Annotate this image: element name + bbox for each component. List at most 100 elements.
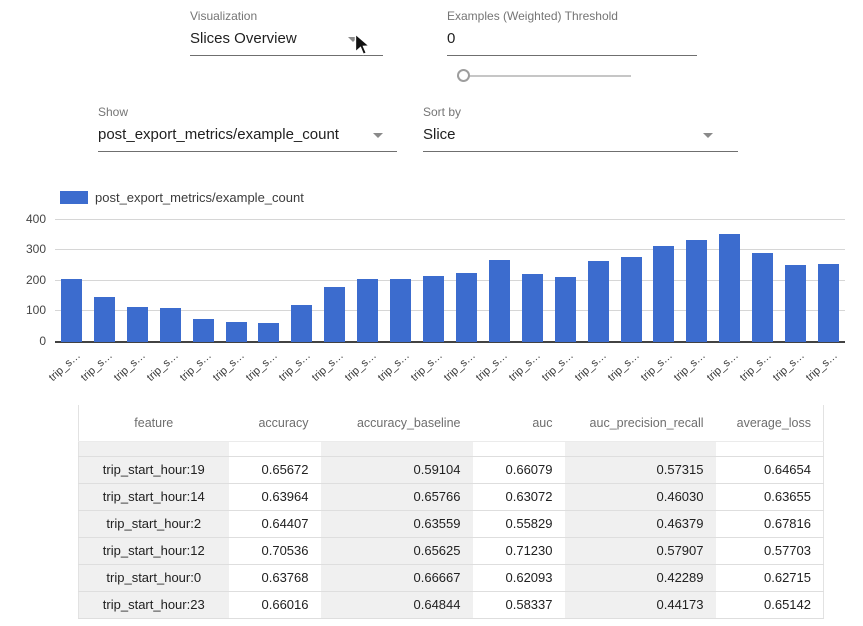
bar[interactable]	[653, 246, 674, 342]
table-cell: 0.57907	[565, 537, 716, 564]
table-cell: 0.59104	[321, 456, 473, 483]
column-header-feature[interactable]: feature	[79, 405, 229, 441]
bar[interactable]	[522, 274, 543, 342]
table-cell: 0.64844	[321, 591, 473, 618]
table-cell: 0.64407	[229, 510, 321, 537]
x-tick-label: trip_s…	[507, 350, 543, 384]
slices-overview-page: { "controls": { "visualization": { "labe…	[0, 0, 863, 626]
show-metric-select[interactable]: post_export_metrics/example_count	[98, 126, 397, 152]
chevron-down-icon	[373, 133, 383, 138]
x-tick-label: trip_s…	[540, 350, 576, 384]
x-tick-label: trip_s…	[310, 350, 346, 384]
visualization-selected-value: Slices Overview	[190, 30, 297, 47]
table-cell: 0.44173	[565, 591, 716, 618]
x-tick-label: trip_s…	[112, 350, 148, 384]
bar[interactable]	[94, 297, 115, 342]
table-cell: 0.71230	[473, 537, 565, 564]
bar[interactable]	[818, 264, 839, 342]
x-tick-label: trip_s…	[211, 350, 247, 384]
filter-cell	[79, 441, 229, 456]
table-cell: 0.63072	[473, 483, 565, 510]
bar[interactable]	[456, 273, 477, 342]
y-tick-label: 300	[0, 242, 46, 256]
table-cell: 0.66016	[229, 591, 321, 618]
x-tick-label: trip_s…	[441, 350, 477, 384]
column-header-accuracy[interactable]: accuracy	[229, 405, 321, 441]
visualization-label: Visualization	[190, 9, 383, 23]
table-cell: 0.66079	[473, 456, 565, 483]
bar[interactable]	[390, 279, 411, 342]
table-header: featureaccuracyaccuracy_baselineaucauc_p…	[79, 405, 824, 456]
filter-cell	[473, 441, 565, 456]
x-tick-label: trip_s…	[79, 350, 115, 384]
x-tick-label: trip_s…	[343, 350, 379, 384]
bar[interactable]	[193, 319, 214, 342]
bar[interactable]	[357, 279, 378, 342]
table-row: trip_start_hour:140.639640.657660.630720…	[79, 483, 824, 510]
x-tick-label: trip_s…	[770, 350, 806, 384]
bar[interactable]	[127, 307, 148, 342]
x-tick-label: trip_s…	[803, 350, 839, 384]
x-tick-label: trip_s…	[606, 350, 642, 384]
bar[interactable]	[258, 323, 279, 342]
table-cell: trip_start_hour:14	[79, 483, 229, 510]
x-tick-label: trip_s…	[738, 350, 774, 384]
table-row: trip_start_hour:120.705360.656250.712300…	[79, 537, 824, 564]
slices-bar-chart: post_export_metrics/example_count 010020…	[0, 185, 863, 397]
y-tick-label: 400	[0, 212, 46, 226]
bar[interactable]	[489, 260, 510, 342]
bar[interactable]	[226, 322, 247, 342]
table-cell: 0.62715	[716, 564, 824, 591]
show-field: Show post_export_metrics/example_count	[98, 105, 397, 152]
table-row: trip_start_hour:00.637680.666670.620930.…	[79, 564, 824, 591]
table-header-row: featureaccuracyaccuracy_baselineaucauc_p…	[79, 405, 824, 441]
table-row: trip_start_hour:230.660160.648440.583370…	[79, 591, 824, 618]
mouse-cursor	[351, 33, 373, 57]
bar[interactable]	[324, 287, 345, 342]
bar[interactable]	[719, 234, 740, 342]
bar[interactable]	[61, 279, 82, 342]
x-tick-label: trip_s…	[178, 350, 214, 384]
table-cell: 0.67816	[716, 510, 824, 537]
table-cell: trip_start_hour:12	[79, 537, 229, 564]
table-cell: 0.63768	[229, 564, 321, 591]
column-header-auc[interactable]: auc	[473, 405, 565, 441]
filter-cell	[229, 441, 321, 456]
threshold-input[interactable]: 0	[447, 30, 697, 56]
table-cell: 0.42289	[565, 564, 716, 591]
bar[interactable]	[423, 276, 444, 342]
metrics-table: featureaccuracyaccuracy_baselineaucauc_p…	[78, 405, 824, 619]
sort-by-label: Sort by	[423, 105, 738, 119]
table-cell: trip_start_hour:23	[79, 591, 229, 618]
x-tick-label: trip_s…	[408, 350, 444, 384]
bar[interactable]	[785, 265, 806, 342]
show-selected-value: post_export_metrics/example_count	[98, 126, 339, 143]
bar[interactable]	[555, 277, 576, 342]
chart-legend: post_export_metrics/example_count	[60, 190, 304, 205]
bar[interactable]	[686, 240, 707, 342]
table-cell: 0.66667	[321, 564, 473, 591]
slider-handle[interactable]	[457, 69, 470, 82]
filter-cell	[321, 441, 473, 456]
sort-by-selected-value: Slice	[423, 126, 456, 143]
bar[interactable]	[291, 305, 312, 342]
bar[interactable]	[588, 261, 609, 342]
column-header-accuracy_baseline[interactable]: accuracy_baseline	[321, 405, 473, 441]
column-header-auc_precision_recall[interactable]: auc_precision_recall	[565, 405, 716, 441]
gridline	[55, 219, 845, 220]
bar[interactable]	[160, 308, 181, 342]
table-filter-row	[79, 441, 824, 456]
filter-cell	[716, 441, 824, 456]
bar[interactable]	[621, 257, 642, 342]
table-cell: trip_start_hour:19	[79, 456, 229, 483]
threshold-slider[interactable]	[457, 69, 631, 83]
sort-by-field: Sort by Slice	[423, 105, 738, 152]
table-cell: 0.46379	[565, 510, 716, 537]
table-row: trip_start_hour:190.656720.591040.660790…	[79, 456, 824, 483]
slider-track[interactable]	[457, 75, 631, 77]
table-cell: 0.65766	[321, 483, 473, 510]
sort-by-select[interactable]: Slice	[423, 126, 738, 152]
show-label: Show	[98, 105, 397, 119]
bar[interactable]	[752, 253, 773, 342]
column-header-average_loss[interactable]: average_loss	[716, 405, 824, 441]
